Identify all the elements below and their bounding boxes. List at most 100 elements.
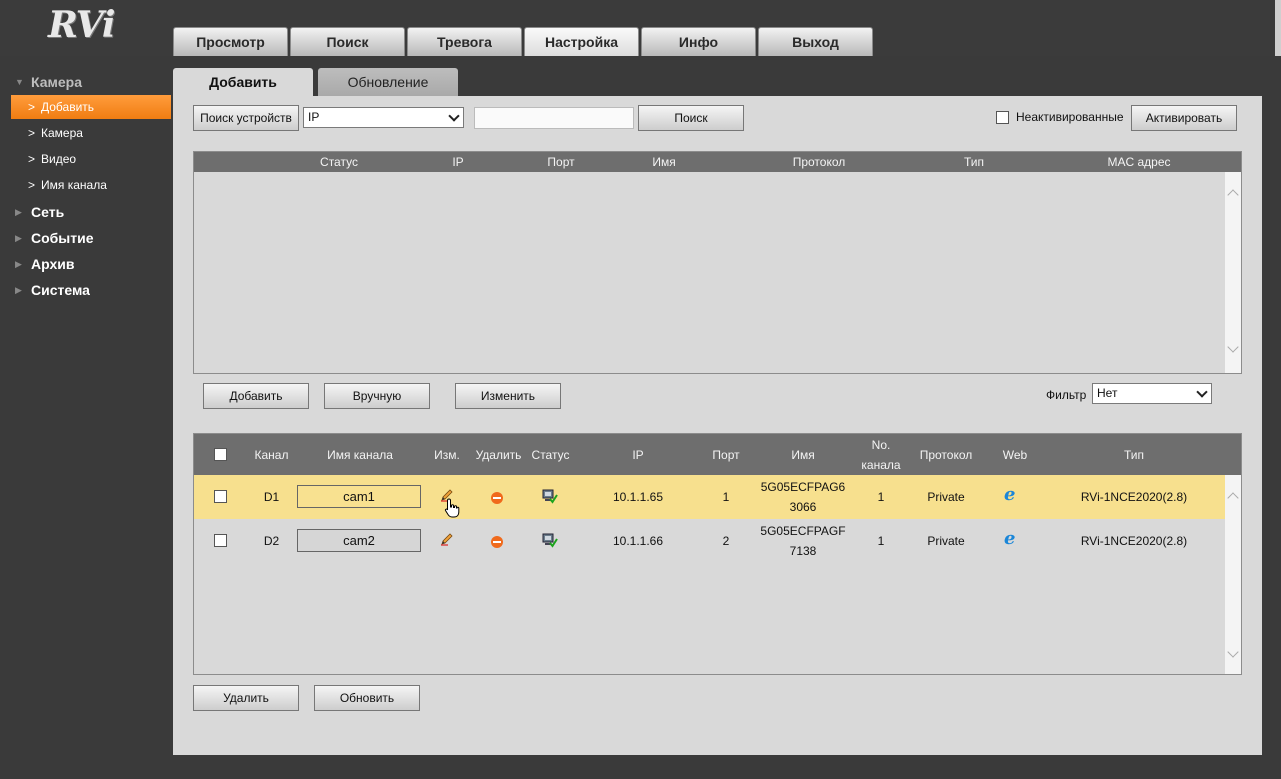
sidebar-group-label: Архив — [31, 256, 75, 272]
edit-button[interactable]: Изменить — [455, 383, 561, 409]
channel-name-field[interactable]: cam1 — [297, 485, 421, 508]
nav-tab-info[interactable]: Инфо — [641, 27, 756, 56]
inactive-checkbox[interactable] — [996, 111, 1009, 124]
nav-tab-view[interactable]: Просмотр — [173, 27, 288, 56]
collapsed-triangle-icon: ▶ — [15, 285, 22, 295]
scroll-down-icon[interactable] — [1227, 646, 1239, 658]
column-channel: Канал — [254, 448, 289, 462]
column-web: Web — [1002, 448, 1028, 462]
delete-icon[interactable] — [491, 536, 503, 548]
sidebar-group-system[interactable]: ▶ Система — [0, 277, 173, 303]
collapsed-triangle-icon: ▶ — [15, 233, 22, 243]
added-table-scrollbar[interactable] — [1225, 475, 1241, 674]
table-row[interactable]: D2 cam2 10.1.1.66 2 5G05ECFPAGF 7138 1 P… — [194, 519, 1225, 563]
column-channel-no-line1: No. — [871, 438, 891, 452]
sidebar-item-label: Добавить — [41, 100, 95, 114]
inactive-label: Неактивированные — [1016, 110, 1124, 124]
table-row[interactable]: D1 cam1 10.1.1.65 1 5G05ECFPAG6 3066 1 P… — [194, 475, 1225, 519]
logo-text: RVi — [48, 4, 116, 46]
collapsed-triangle-icon: ▶ — [15, 259, 22, 269]
filter-select[interactable]: Нет — [1092, 383, 1212, 404]
hand-cursor-icon — [444, 498, 460, 518]
web-browser-icon[interactable]: e — [1004, 530, 1022, 549]
ip-cell: 10.1.1.65 — [612, 490, 664, 504]
chevron-right-icon: > — [28, 100, 36, 114]
table-header: Канал Имя канала Изм. Удалить Статус IP … — [194, 434, 1241, 475]
column-name: Имя — [791, 448, 815, 462]
tab-update[interactable]: Обновление — [318, 68, 458, 96]
type-cell: RVi-1NCE2020(2.8) — [1080, 490, 1188, 504]
column-port: Порт — [712, 448, 740, 462]
column-channel-name: Имя канала — [327, 448, 393, 462]
manual-add-button[interactable]: Вручную — [324, 383, 430, 409]
nav-tab-alarm[interactable]: Тревога — [407, 27, 522, 56]
chevron-right-icon: > — [28, 178, 36, 192]
sidebar-group-camera[interactable]: ▼ Камера — [0, 69, 173, 95]
name-cell-line2: 7138 — [789, 544, 817, 558]
tab-add[interactable]: Добавить — [173, 68, 313, 96]
delete-button[interactable]: Удалить — [193, 685, 299, 711]
column-delete: Удалить — [475, 448, 522, 462]
select-value: IP — [308, 110, 320, 124]
search-devices-button[interactable]: Поиск устройств — [193, 105, 299, 131]
sidebar-group-label: Событие — [31, 230, 94, 246]
scroll-up-icon[interactable] — [1227, 492, 1239, 504]
top-right-strip — [1275, 0, 1281, 56]
nav-tab-logout[interactable]: Выход — [758, 27, 873, 56]
sidebar-group-label: Камера — [31, 74, 82, 90]
sidebar-item-video[interactable]: > Видео — [11, 147, 171, 171]
status-online-icon — [542, 533, 558, 548]
row-checkbox[interactable] — [214, 534, 227, 547]
protocol-cell: Private — [927, 534, 965, 548]
sidebar: ▼ Камера > Добавить > Камера > Видео > И… — [0, 56, 173, 779]
web-browser-icon[interactable]: e — [1004, 486, 1022, 505]
nav-tab-settings[interactable]: Настройка — [524, 27, 639, 56]
sidebar-group-label: Сеть — [31, 204, 65, 220]
delete-icon[interactable] — [491, 492, 503, 504]
protocol-cell: Private — [927, 490, 965, 504]
chevron-down-icon — [1197, 388, 1207, 398]
name-cell-line2: 3066 — [789, 500, 817, 514]
scroll-down-icon[interactable] — [1227, 341, 1239, 353]
column-channel-no-line2: канала — [861, 458, 901, 472]
sidebar-group-label: Система — [31, 282, 90, 298]
brand-logo: RVi — [48, 4, 128, 48]
row-checkbox[interactable] — [214, 490, 227, 503]
sidebar-item-channel-name[interactable]: > Имя канала — [11, 173, 171, 197]
refresh-button[interactable]: Обновить — [314, 685, 420, 711]
sidebar-group-network[interactable]: ▶ Сеть — [0, 199, 173, 225]
search-input[interactable] — [474, 107, 634, 129]
table-header: Статус IP Порт Имя Протокол Тип MAC адре… — [194, 152, 1241, 172]
sidebar-item-label: Видео — [41, 152, 77, 166]
channel-cell: D1 — [263, 490, 280, 504]
column-protocol: Протокол — [792, 155, 846, 169]
column-type: Тип — [1123, 448, 1144, 462]
sidebar-item-add[interactable]: > Добавить — [11, 95, 171, 119]
select-value: Нет — [1097, 386, 1118, 400]
column-status: Статус — [320, 155, 358, 169]
ip-cell: 10.1.1.66 — [612, 534, 664, 548]
port-cell: 2 — [722, 534, 730, 548]
name-cell-line1: 5G05ECFPAG6 — [760, 480, 846, 494]
select-all-checkbox[interactable] — [214, 448, 227, 461]
edit-pencil-icon[interactable] — [440, 532, 454, 546]
sidebar-group-archive[interactable]: ▶ Архив — [0, 251, 173, 277]
add-device-button[interactable]: Добавить — [203, 383, 309, 409]
nav-tab-search[interactable]: Поиск — [290, 27, 405, 56]
search-button[interactable]: Поиск — [638, 105, 744, 131]
sidebar-group-event[interactable]: ▶ Событие — [0, 225, 173, 251]
activate-button[interactable]: Активировать — [1131, 105, 1237, 131]
channel-no-cell: 1 — [877, 534, 885, 548]
type-cell: RVi-1NCE2020(2.8) — [1080, 534, 1188, 548]
found-table-scrollbar[interactable] — [1225, 172, 1241, 373]
scroll-up-icon[interactable] — [1227, 189, 1239, 201]
search-type-select[interactable]: IP — [303, 107, 464, 128]
sidebar-item-camera[interactable]: > Камера — [11, 121, 171, 145]
port-cell: 1 — [722, 490, 730, 504]
channel-no-cell: 1 — [877, 490, 885, 504]
filter-label: Фильтр — [1046, 388, 1087, 402]
chevron-right-icon: > — [28, 126, 36, 140]
name-cell-line1: 5G05ECFPAGF — [760, 524, 846, 538]
top-bar: RVi Просмотр Поиск Тревога Настройка Инф… — [0, 0, 1281, 56]
channel-name-field[interactable]: cam2 — [297, 529, 421, 552]
